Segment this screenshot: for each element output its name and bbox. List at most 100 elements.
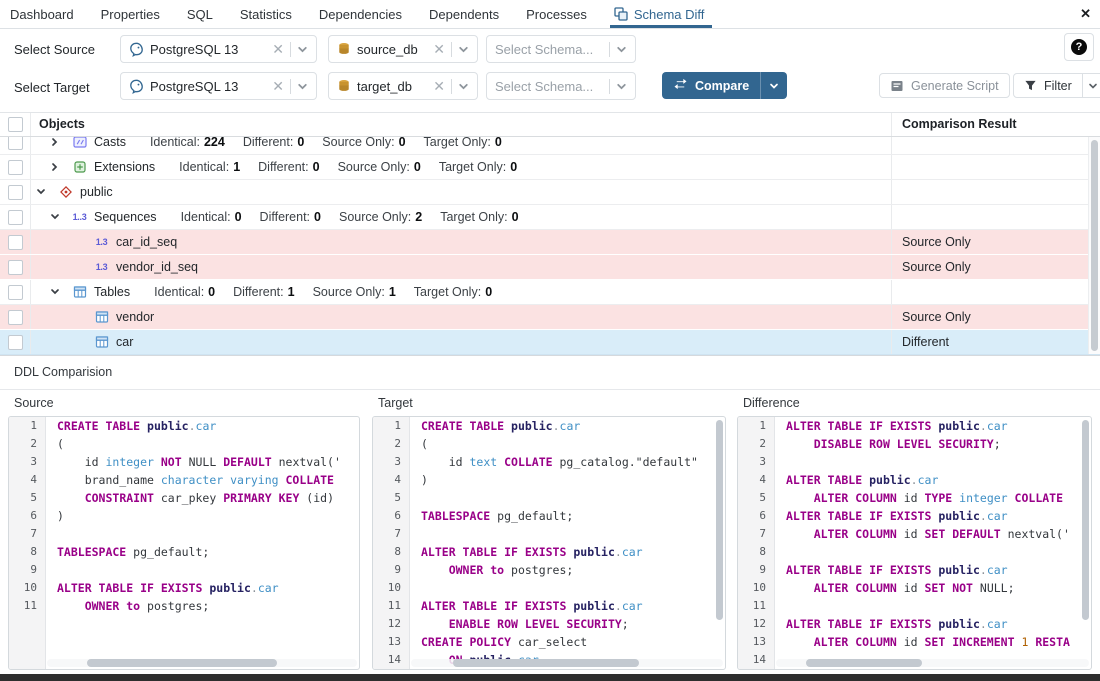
row-checkbox[interactable]: [8, 310, 23, 325]
row-label: vendor: [116, 310, 154, 324]
tab-dependents[interactable]: Dependents: [429, 0, 499, 28]
comparison-result-column-header[interactable]: Comparison Result: [891, 113, 1100, 136]
vertical-scrollbar-thumb[interactable]: [1082, 420, 1089, 620]
source-schema-select[interactable]: Select Schema...: [486, 35, 636, 63]
objects-column-header[interactable]: Objects: [31, 113, 891, 136]
code-text: [409, 525, 421, 543]
row-checkbox[interactable]: [8, 160, 23, 175]
line-number: 12: [373, 615, 409, 633]
line-number: 8: [373, 543, 409, 561]
tab-processes[interactable]: Processes: [526, 0, 587, 28]
comparison-counts: Identical:224Different:0Source Only:0Tar…: [150, 137, 502, 149]
source-server-select[interactable]: PostgreSQL 13 ✕: [120, 35, 317, 63]
horizontal-scrollbar-thumb[interactable]: [87, 659, 277, 667]
chevron-down-icon[interactable]: [458, 81, 469, 92]
tab-schema-diff[interactable]: Schema Diff: [614, 0, 705, 28]
checkbox-cell: [0, 330, 31, 354]
compare-menu-chevron[interactable]: [760, 72, 787, 99]
chevron-right-icon[interactable]: [50, 161, 60, 173]
ddl-target-editor[interactable]: 1CREATE TABLE public.car2(3 id text COLL…: [372, 416, 726, 670]
chevron-down-icon[interactable]: [616, 81, 627, 92]
line-number: 4: [373, 471, 409, 489]
schema-diff-window: Dashboard Properties SQL Statistics Dependen…: [0, 0, 1100, 681]
tab-dependencies[interactable]: Dependencies: [319, 0, 402, 28]
line-number: 5: [738, 489, 774, 507]
chevron-down-icon[interactable]: [49, 287, 61, 297]
code-line: 4 brand_name character varying COLLATE: [9, 471, 359, 489]
code-text: ALTER TABLE IF EXISTS public.car: [45, 579, 279, 597]
line-number: 6: [9, 507, 45, 525]
horizontal-scrollbar-thumb[interactable]: [806, 659, 922, 667]
filter-menu-chevron[interactable]: [1082, 74, 1100, 97]
object-cell: TablesIdentical:0Different:1Source Only:…: [31, 280, 891, 304]
chevron-down-icon[interactable]: [297, 81, 308, 92]
close-icon[interactable]: ✕: [1080, 6, 1091, 22]
chevron-right-icon[interactable]: [50, 137, 60, 148]
code-line: 3 id text COLLATE pg_catalog."default": [373, 453, 725, 471]
target-schema-select[interactable]: Select Schema...: [486, 72, 636, 100]
postgresql-icon: [129, 42, 144, 57]
code-text: CREATE TABLE public.car: [409, 417, 580, 435]
chevron-down-icon[interactable]: [458, 44, 469, 55]
tab-dashboard[interactable]: Dashboard: [10, 0, 74, 28]
row-vendor-id-seq[interactable]: 1.3vendor_id_seqSource Only: [0, 255, 1100, 280]
row-checkbox[interactable]: [8, 235, 23, 250]
row-checkbox[interactable]: [8, 185, 23, 200]
scrollbar-thumb[interactable]: [1091, 140, 1098, 351]
row-casts[interactable]: CastsIdentical:224Different:0Source Only…: [0, 137, 1100, 155]
target-database-select[interactable]: target_db ✕: [328, 72, 478, 100]
row-car[interactable]: carDifferent: [0, 330, 1100, 355]
grid-vertical-scrollbar[interactable]: [1088, 137, 1100, 354]
code-line: 1CREATE TABLE public.car: [9, 417, 359, 435]
result-cell: Different: [891, 330, 1100, 354]
tab-properties[interactable]: Properties: [101, 0, 160, 28]
code-line: 7 ALTER COLUMN id SET DEFAULT nextval(': [738, 525, 1091, 543]
chevron-down-icon[interactable]: [49, 212, 61, 222]
object-cell: public: [31, 180, 891, 204]
horizontal-scrollbar[interactable]: [47, 659, 357, 667]
tab-statistics[interactable]: Statistics: [240, 0, 292, 28]
row-public[interactable]: public: [0, 180, 1100, 205]
horizontal-scrollbar-thumb[interactable]: [453, 659, 639, 667]
line-number: 14: [373, 651, 409, 669]
horizontal-scrollbar[interactable]: [411, 659, 723, 667]
code-text: ALTER COLUMN id TYPE integer COLLATE: [774, 489, 1063, 507]
tab-sql[interactable]: SQL: [187, 0, 213, 28]
tab-label: Processes: [526, 7, 587, 22]
filter-button[interactable]: Filter: [1013, 73, 1100, 98]
row-tables[interactable]: TablesIdentical:0Different:1Source Only:…: [0, 280, 1100, 305]
help-button[interactable]: ?: [1064, 33, 1094, 61]
select-all-checkbox[interactable]: [8, 117, 23, 132]
clear-icon[interactable]: ✕: [272, 42, 284, 56]
tab-label: SQL: [187, 7, 213, 22]
compare-button[interactable]: Compare: [662, 72, 787, 99]
generate-script-button[interactable]: Generate Script: [879, 73, 1010, 98]
row-checkbox[interactable]: [8, 137, 23, 150]
source-server-value: PostgreSQL 13: [150, 42, 266, 57]
clear-icon[interactable]: ✕: [272, 79, 284, 93]
chevron-down-icon[interactable]: [297, 44, 308, 55]
line-number: 1: [373, 417, 409, 435]
ddl-difference-editor[interactable]: 1ALTER TABLE IF EXISTS public.car2 DISAB…: [737, 416, 1092, 670]
code-text: ): [45, 507, 64, 525]
row-label: vendor_id_seq: [116, 260, 198, 274]
row-vendor[interactable]: vendorSource Only: [0, 305, 1100, 330]
clear-icon[interactable]: ✕: [433, 79, 445, 93]
code-line: 1ALTER TABLE IF EXISTS public.car: [738, 417, 1091, 435]
row-car-id-seq[interactable]: 1.3car_id_seqSource Only: [0, 230, 1100, 255]
source-database-select[interactable]: source_db ✕: [328, 35, 478, 63]
horizontal-scrollbar[interactable]: [776, 659, 1089, 667]
row-sequences[interactable]: 1..3SequencesIdentical:0Different:0Sourc…: [0, 205, 1100, 230]
row-checkbox[interactable]: [8, 335, 23, 350]
ddl-source-editor[interactable]: 1CREATE TABLE public.car2(3 id integer N…: [8, 416, 360, 670]
row-checkbox[interactable]: [8, 260, 23, 275]
row-extensions[interactable]: ExtensionsIdentical:1Different:0Source O…: [0, 155, 1100, 180]
row-checkbox[interactable]: [8, 285, 23, 300]
chevron-down-icon[interactable]: [616, 44, 627, 55]
clear-icon[interactable]: ✕: [433, 42, 445, 56]
chevron-down-icon[interactable]: [35, 187, 47, 197]
row-checkbox[interactable]: [8, 210, 23, 225]
vertical-scrollbar-thumb[interactable]: [716, 420, 723, 620]
target-server-select[interactable]: PostgreSQL 13 ✕: [120, 72, 317, 100]
comparison-counts: Identical:0Different:1Source Only:1Targe…: [154, 285, 492, 299]
